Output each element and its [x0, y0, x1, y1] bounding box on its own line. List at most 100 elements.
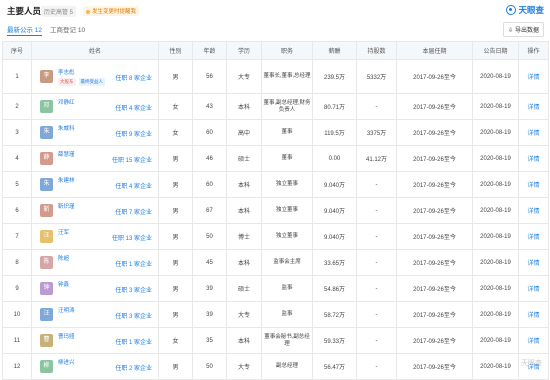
person-name-link[interactable]: 汪军	[58, 230, 69, 236]
salary-cell: 9.040万	[312, 171, 357, 198]
shares-cell: 5332万	[356, 59, 397, 94]
detail-link[interactable]: 详情	[518, 93, 549, 120]
announce-date-cell: 2020-08-19	[472, 93, 519, 120]
person-cell: 李李志彪 大股东 最终受益人 任职 8 家企业	[31, 59, 159, 94]
shares-cell: -	[356, 275, 397, 302]
detail-link[interactable]: 详情	[518, 327, 549, 354]
person-cell: 汪汪军 任职 13 家企业	[31, 223, 159, 250]
change-alert-button[interactable]: 发生变更时提醒我	[83, 6, 140, 16]
related-companies-link[interactable]: 任职 3 家企业	[115, 311, 152, 320]
position-cell: 独立董事	[261, 171, 313, 198]
brand-eye-icon	[506, 5, 517, 15]
person-name-link[interactable]: 曹玛娅	[58, 334, 75, 340]
person-name-link[interactable]: 李志彪	[58, 70, 75, 76]
education-cell: 硕士	[226, 145, 262, 172]
detail-link[interactable]: 详情	[518, 59, 549, 94]
shares-cell: -	[356, 223, 397, 250]
person-name-link[interactable]: 朱威科	[58, 126, 75, 132]
related-companies-link[interactable]: 任职 8 家企业	[115, 73, 152, 82]
age-cell: 60	[192, 171, 227, 198]
related-companies-link[interactable]: 任职 2 家企业	[115, 363, 152, 372]
gender-cell: 男	[158, 171, 193, 198]
related-companies-link[interactable]: 任职 7 家企业	[115, 207, 152, 216]
gender-cell: 男	[158, 353, 193, 380]
related-companies-link[interactable]: 任职 4 家企业	[115, 181, 152, 190]
term-cell: 2017-09-26至今	[396, 249, 473, 276]
age-cell: 50	[192, 353, 227, 380]
person-name-link[interactable]: 靳炽瑾	[58, 204, 75, 210]
shares-cell: 41.12万	[356, 145, 397, 172]
row-number: 6	[2, 197, 32, 224]
table-header-row: 序号 姓名 性别 年龄 学历 职务 薪酬 持股数 本届任期 公告日期 操作	[2, 41, 549, 60]
term-cell: 2017-09-26至今	[396, 145, 473, 172]
term-cell: 2017-09-26至今	[396, 59, 473, 94]
related-companies-link[interactable]: 任职 1 家企业	[115, 337, 152, 346]
person-tag[interactable]: 最终受益人	[78, 77, 105, 86]
detail-link[interactable]: 详情	[518, 145, 549, 172]
detail-link[interactable]: 详情	[518, 197, 549, 224]
avatar: 朱	[40, 125, 53, 139]
position-cell: 监事会主席	[261, 249, 313, 276]
announce-date-cell: 2020-08-19	[472, 171, 519, 198]
age-cell: 67	[192, 197, 227, 224]
position-cell: 董事长,董事,总经理	[261, 59, 313, 94]
column-header: 本届任期	[396, 41, 473, 60]
row-number: 9	[2, 275, 32, 302]
person-cell: 陈陈超 任职 1 家企业	[31, 249, 159, 276]
announce-date-cell: 2020-08-19	[472, 145, 519, 172]
related-companies-link[interactable]: 任职 1 家企业	[115, 259, 152, 268]
table-row: 11 曹曹玛娅 任职 1 家企业女 35 本科 董事会秘书,副总经理 59.33万 -2017…	[2, 327, 549, 354]
avatar: 曹	[40, 333, 53, 347]
person-cell: 朱朱建林 任职 4 家企业	[31, 171, 159, 198]
column-header: 职务	[261, 41, 313, 60]
detail-link[interactable]: 详情	[518, 171, 549, 198]
detail-link[interactable]: 详情	[518, 301, 549, 328]
detail-link[interactable]: 详情	[518, 249, 549, 276]
avatar: 邓	[40, 99, 53, 113]
table-row: 2 邓邓静红 任职 4 家企业女 43 本科 董事,副总经理,财务负责人 80.71万 -20…	[2, 93, 549, 120]
person-tags: 大股东 最终受益人	[58, 77, 105, 86]
person-name-link[interactable]: 钟鑫	[58, 282, 69, 288]
person-name-link[interactable]: 朱建林	[58, 178, 75, 184]
row-number: 5	[2, 171, 32, 198]
tab-business-registration[interactable]: 工商登记 10	[50, 24, 85, 36]
avatar: 柳	[40, 359, 53, 373]
person-name-link[interactable]: 薛慧瑾	[58, 152, 75, 158]
term-cell: 2017-09-26至今	[396, 301, 473, 328]
table-row: 10 汪汪明涛 任职 3 家企业男 39 大专 监事 58.72万 -2017-09-26至今…	[2, 301, 549, 328]
person-name-link[interactable]: 柳进兴	[58, 360, 75, 366]
person-tag[interactable]: 大股东	[58, 77, 76, 86]
gender-cell: 男	[158, 275, 193, 302]
table-row: 4 薛薛慧瑾 任职 15 家企业男 46 硕士 董事 0.00 41.12万 2017-09-2…	[2, 145, 549, 172]
person-name-link[interactable]: 邓静红	[58, 100, 75, 106]
detail-link[interactable]: 详情	[518, 275, 549, 302]
tab-bar: 最新公示 12 工商登记 10	[7, 24, 85, 36]
education-cell: 本科	[226, 327, 262, 354]
export-button[interactable]: ⇩ 导出数据	[502, 22, 544, 37]
related-companies-link[interactable]: 任职 15 家企业	[112, 155, 152, 164]
education-cell: 大专	[226, 301, 262, 328]
person-name-link[interactable]: 汪明涛	[58, 308, 75, 314]
column-header: 操作	[518, 41, 549, 60]
main-personnel-page: 主要人员 历史高管 5 发生变更时提醒我 天眼查 最新公示 12 工商登记 10…	[0, 0, 550, 380]
row-number: 10	[2, 301, 32, 328]
gender-cell: 女	[158, 119, 193, 146]
announce-date-cell: 2020-08-19	[472, 353, 519, 380]
related-companies-link[interactable]: 任职 9 家企业	[115, 129, 152, 138]
announce-date-cell: 2020-08-19	[472, 59, 519, 94]
avatar: 汪	[40, 307, 53, 321]
term-cell: 2017-09-26至今	[396, 197, 473, 224]
detail-link[interactable]: 详情	[518, 223, 549, 250]
history-executives-button[interactable]: 历史高管 5	[41, 6, 77, 17]
person-name-link[interactable]: 陈超	[58, 256, 69, 262]
age-cell: 35	[192, 327, 227, 354]
related-companies-link[interactable]: 任职 3 家企业	[115, 285, 152, 294]
age-cell: 45	[192, 249, 227, 276]
education-cell: 大专	[226, 353, 262, 380]
table-row: 9 钟钟鑫 任职 3 家企业男 39 硕士 监事 54.86万 -2017-09-26至今 20…	[2, 275, 549, 302]
related-companies-link[interactable]: 任职 13 家企业	[112, 233, 152, 242]
related-companies-link[interactable]: 任职 4 家企业	[115, 103, 152, 112]
tab-latest-public[interactable]: 最新公示 12	[7, 24, 43, 36]
term-cell: 2017-09-26至今	[396, 93, 473, 120]
detail-link[interactable]: 详情	[518, 119, 549, 146]
